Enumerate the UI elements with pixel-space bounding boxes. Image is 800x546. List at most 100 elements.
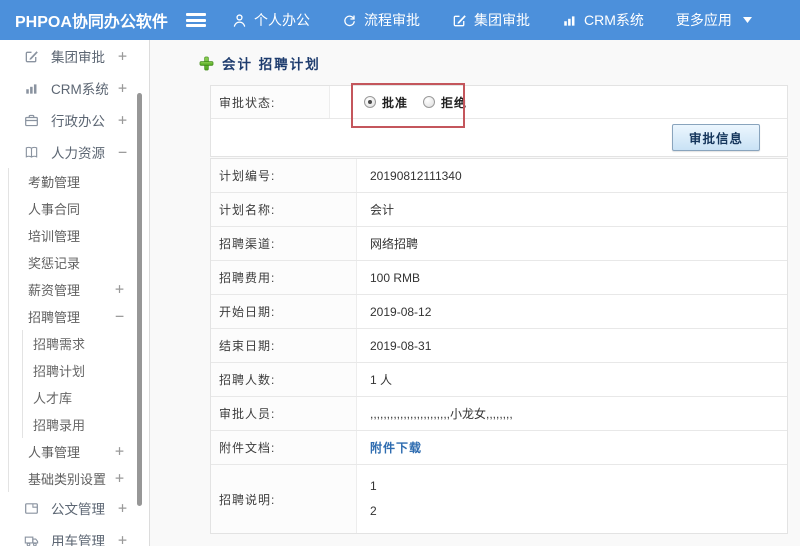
field-value-cell: 附件下载 <box>357 431 787 464</box>
field-value-cell: 100 RMB <box>357 261 787 294</box>
caret-down-icon <box>742 17 752 23</box>
approval-status-options: 批准 拒绝 <box>330 86 787 118</box>
sidebar-item[interactable]: 薪资管理 + <box>9 276 149 303</box>
sidebar-submenu: 招聘需求招聘计划人才库招聘录用 <box>22 330 149 438</box>
radio-label: 拒绝 <box>441 95 468 110</box>
sidebar-item-label: 用车管理 <box>51 534 105 546</box>
table-row: 附件文档: 附件下载 <box>211 431 787 465</box>
sidebar-item[interactable]: CRM系统 + <box>0 72 149 104</box>
sidebar-item-label: 人才库 <box>33 391 73 406</box>
collapse-minus-icon[interactable]: − <box>115 309 124 324</box>
field-value-cell: 1 人 <box>357 363 787 396</box>
field-value: 20190812111340 <box>370 168 462 183</box>
chart-icon <box>562 13 577 28</box>
sidebar-item[interactable]: 考勤管理 <box>9 168 149 195</box>
field-value: 2019-08-31 <box>370 338 432 353</box>
sidebar-item-label: 奖惩记录 <box>28 256 81 271</box>
expand-plus-icon[interactable]: + <box>118 500 127 516</box>
radio-option-reject[interactable]: 拒绝 <box>423 94 467 111</box>
nav-item-label: 集团审批 <box>474 12 530 28</box>
sidebar-item[interactable]: 集团审批 + <box>0 40 149 72</box>
topbar-nav: 个人办公 流程审批 集团审批 CRM系统 更多应用 <box>232 10 752 30</box>
field-value: 100 RMB <box>370 270 421 285</box>
sidebar-item-label: 基础类别设置 <box>28 472 107 487</box>
table-row: 结束日期: 2019-08-31 <box>211 329 787 363</box>
expand-plus-icon[interactable]: + <box>115 282 124 297</box>
app-window: PHPOA协同办公软件 个人办公 流程审批 集团审批 CRM系统 更多应用 集团审批 + C… <box>0 0 800 546</box>
sidebar-item[interactable]: 招聘需求 <box>23 330 149 357</box>
table-row: 招聘人数: 1 人 <box>211 363 787 397</box>
nav-item[interactable]: 流程审批 <box>342 10 420 30</box>
table-row: 计划名称: 会计 <box>211 193 787 227</box>
field-label: 计划编号: <box>211 159 357 192</box>
radio-option-approve[interactable]: 批准 <box>364 94 408 111</box>
nav-item-label: 更多应用 <box>675 12 732 28</box>
table-row: 计划编号: 20190812111340 <box>211 159 787 193</box>
expand-plus-icon[interactable]: + <box>118 80 127 96</box>
page-title-text: 会计 招聘计划 <box>222 57 321 72</box>
sidebar-item[interactable]: 基础类别设置 + <box>9 465 149 492</box>
field-label: 招聘人数: <box>211 363 357 396</box>
approval-info-button[interactable]: 审批信息 <box>672 124 760 151</box>
field-value-cell: 网络招聘 <box>357 227 787 260</box>
field-value-cell: 2019-08-31 <box>357 329 787 362</box>
field-value: 会计 <box>370 203 395 217</box>
expand-plus-icon[interactable]: + <box>115 444 124 459</box>
sidebar-item[interactable]: 用车管理 + <box>0 524 149 546</box>
expand-plus-icon[interactable]: + <box>118 48 127 64</box>
field-value-cell: 12 <box>357 465 787 533</box>
recruit-plan-detail-table: 计划编号: 20190812111340 计划名称: 会计 招聘渠道: 网络招聘 招聘费用:… <box>210 158 788 534</box>
sidebar-menu: 集团审批 + CRM系统 + 行政办公 + 人力资源 − 考勤管理 人事合同 培训管理 奖惩记录 薪资管… <box>0 40 149 546</box>
sidebar-item-label: 人力资源 <box>51 146 105 161</box>
sidebar-item-label: 人事管理 <box>28 445 81 460</box>
field-label: 招聘费用: <box>211 261 357 294</box>
field-label: 招聘说明: <box>211 465 357 533</box>
expand-plus-icon[interactable]: + <box>115 471 124 486</box>
sidebar-item-label: 考勤管理 <box>28 175 81 190</box>
expand-plus-icon[interactable]: + <box>118 532 127 546</box>
sidebar-item-label: 招聘管理 <box>28 310 81 325</box>
app-logo: PHPOA协同办公软件 <box>15 14 168 31</box>
sidebar-item[interactable]: 招聘管理 − <box>9 303 149 330</box>
doc-icon <box>24 500 42 516</box>
field-value: 网络招聘 <box>370 237 419 251</box>
approval-form-table: 审批状态: 批准 拒绝 审批信息 <box>210 85 788 157</box>
sidebar-item-label: 招聘需求 <box>33 337 86 352</box>
sidebar-item-label: CRM系统 <box>51 82 109 97</box>
sidebar-submenu: 考勤管理人事合同 培训管理奖惩记录薪资管理 + 招聘管理 − 招聘需求招聘计划人才库招聘录… <box>8 168 149 492</box>
sidebar-item[interactable]: 人事合同 <box>9 195 149 222</box>
attachment-download-link[interactable]: 附件下载 <box>370 439 422 456</box>
nav-item[interactable]: CRM系统 <box>562 10 644 30</box>
field-label: 审批状态: <box>211 86 330 118</box>
nav-item[interactable]: 更多应用 <box>676 10 752 30</box>
radio-button-icon[interactable] <box>364 96 376 108</box>
hamburger-menu-icon[interactable] <box>186 13 206 27</box>
sidebar-item[interactable]: 人事管理 + <box>9 438 149 465</box>
nav-item[interactable]: 个人办公 <box>232 10 310 30</box>
field-label: 计划名称: <box>211 193 357 226</box>
radio-button-icon[interactable] <box>423 96 436 108</box>
sidebar-item[interactable]: 奖惩记录 <box>9 249 149 276</box>
process-icon <box>342 13 357 28</box>
field-value-cell: 20190812111340 <box>357 159 787 192</box>
briefcase-icon <box>24 112 42 128</box>
sidebar-item[interactable]: 培训管理 <box>9 222 149 249</box>
page-title: 会计 招聘计划 <box>199 53 321 73</box>
sidebar-scrollbar[interactable] <box>137 93 142 506</box>
collapse-minus-icon[interactable]: − <box>118 144 127 160</box>
sidebar-item-label: 薪资管理 <box>28 283 81 298</box>
sidebar-item[interactable]: 人才库 <box>23 384 149 411</box>
sidebar-item[interactable]: 招聘计划 <box>23 357 149 384</box>
sidebar-item[interactable]: 招聘录用 <box>23 411 149 438</box>
sidebar-item[interactable]: 公文管理 + <box>0 492 149 524</box>
nav-item[interactable]: 集团审批 <box>452 10 530 30</box>
edit-icon <box>24 48 42 64</box>
field-value: ,,,,,,,,,,,,,,,,,,,,,,,,小龙女,,,,,,,, <box>370 407 513 421</box>
expand-plus-icon[interactable]: + <box>118 112 127 128</box>
sidebar-item[interactable]: 人力资源 − <box>0 136 149 168</box>
sidebar: 集团审批 + CRM系统 + 行政办公 + 人力资源 − 考勤管理 人事合同 培训管理 奖惩记录 薪资管… <box>0 40 150 546</box>
sidebar-item[interactable]: 行政办公 + <box>0 104 149 136</box>
field-value-cell: ,,,,,,,,,,,,,,,,,,,,,,,,小龙女,,,,,,,, <box>357 397 787 430</box>
sidebar-item-label: 公文管理 <box>51 502 105 517</box>
edit-icon <box>452 13 467 28</box>
